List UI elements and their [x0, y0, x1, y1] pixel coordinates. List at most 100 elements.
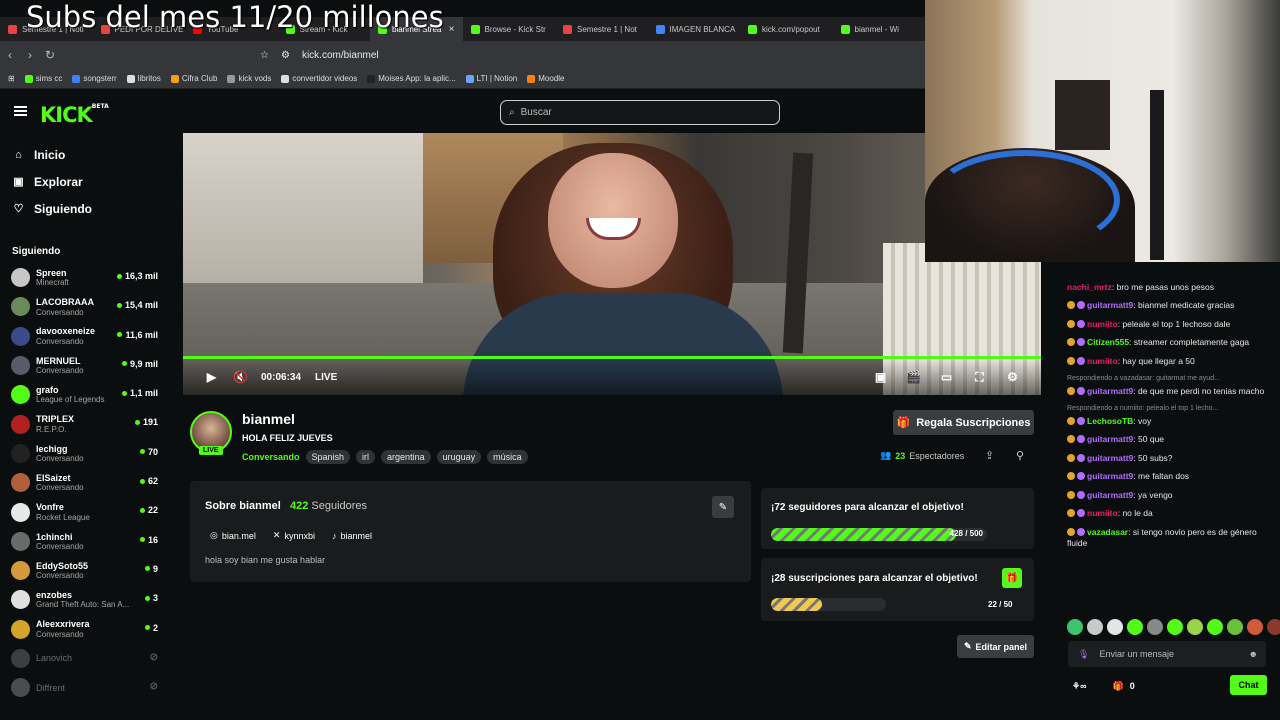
channel-name[interactable]: bianmel	[242, 411, 295, 427]
chat-username[interactable]: vazadasar	[1087, 527, 1128, 537]
followed-channel[interactable]: TRIPLEX R.E.P.O. 191	[0, 409, 170, 438]
browser-tab[interactable]: bianmel - Wi	[833, 17, 926, 41]
followed-channel[interactable]: enzobes Grand Theft Auto: San A... 3	[0, 585, 170, 614]
followed-channel[interactable]: MERNUEL Conversando 9,9 mil	[0, 351, 170, 380]
pip-icon[interactable]: ▣	[866, 359, 895, 395]
edit-panel-button[interactable]: ✎ Editar panel	[957, 635, 1034, 658]
chat-username[interactable]: nachi_mrtz	[1067, 282, 1112, 292]
close-icon[interactable]: ×	[449, 24, 455, 35]
followed-channel[interactable]: davooxeneize Conversando 11,6 mil	[0, 322, 170, 351]
stream-tag[interactable]: argentina	[381, 450, 431, 464]
followed-channel[interactable]: Vonfre Rocket League 22	[0, 497, 170, 526]
apps-icon[interactable]: ⊞	[8, 74, 15, 83]
followed-channel[interactable]: grafo League of Legends 1,1 mil	[0, 380, 170, 409]
chat-username[interactable]: guitarmatt9	[1087, 471, 1133, 481]
share-icon[interactable]: ⇪	[985, 449, 994, 462]
clip-icon[interactable]: 🎬	[899, 359, 928, 395]
bookmark-item[interactable]: Cifra Club	[170, 74, 217, 83]
followed-channel[interactable]: LACOBRAAA Conversando 15,4 mil	[0, 292, 170, 321]
followed-channel[interactable]: ElSaizet Conversando 62	[0, 468, 170, 497]
fullscreen-icon[interactable]: ⛶	[965, 359, 994, 395]
microphone-icon[interactable]: 🎙	[1078, 649, 1089, 660]
forward-icon[interactable]: ›	[20, 48, 40, 62]
stream-tag[interactable]: música	[487, 450, 528, 464]
bookmark-item[interactable]: Moodle	[527, 74, 565, 83]
followed-channel[interactable]: EddySoto55 Conversando 9	[0, 556, 170, 585]
sidebar-item-inicio[interactable]: ⌂ Inicio	[0, 141, 170, 168]
menu-icon[interactable]	[14, 106, 27, 116]
emote-icon[interactable]	[1167, 619, 1183, 635]
theater-icon[interactable]: ▭	[932, 359, 961, 395]
bookmark-item[interactable]: songsterr	[72, 74, 117, 83]
social-link[interactable]: ✕ kynnxbi	[273, 530, 315, 541]
followed-channel-offline[interactable]: Lanovich ⊘	[0, 644, 170, 673]
channel-points-icon[interactable]: ⚘∞	[1072, 681, 1086, 692]
emote-icon[interactable]	[1147, 619, 1163, 635]
chat-text: voy	[1138, 415, 1152, 426]
chat-username[interactable]: guitarmatt9	[1087, 386, 1133, 396]
followed-channel[interactable]: 1chinchi Conversando 16	[0, 527, 170, 556]
browser-tab[interactable]: IMAGEN BLANCA	[648, 17, 741, 41]
followed-channel[interactable]: lechigg Conversando 70	[0, 439, 170, 468]
play-icon[interactable]: ▶	[197, 359, 226, 395]
stream-tag[interactable]: uruguay	[436, 450, 482, 464]
stream-tag[interactable]: Spanish	[305, 450, 351, 464]
followed-channel[interactable]: Aleexxrivera Conversando 2	[0, 615, 170, 644]
chat-username[interactable]: guitarmatt9	[1087, 434, 1133, 444]
back-icon[interactable]: ‹	[0, 48, 20, 62]
chat-input[interactable]: 🎙 Enviar un mensaje ☻	[1068, 641, 1266, 667]
chat-username[interactable]: guitarmatt9	[1087, 453, 1133, 463]
kick-logo[interactable]: KICKBETA	[40, 103, 109, 127]
chat-username[interactable]: guitarmatt9	[1087, 490, 1133, 500]
chat-username[interactable]: numiito	[1087, 356, 1118, 366]
site-info-icon[interactable]: ⚙	[281, 50, 290, 61]
stream-tag[interactable]: irl	[356, 450, 376, 464]
chat-username[interactable]: Citizen555	[1087, 337, 1129, 347]
gift-sub-button[interactable]: 🎁	[1002, 568, 1022, 588]
stream-category[interactable]: Conversando	[242, 452, 300, 462]
emote-icon[interactable]	[1107, 619, 1123, 635]
emoji-icon[interactable]: ☻	[1249, 649, 1258, 659]
mute-icon[interactable]: 🔇	[226, 359, 255, 395]
emote-icon[interactable]	[1067, 619, 1083, 635]
sidebar-item-explorar[interactable]: ▣ Explorar	[0, 168, 170, 195]
chat-username[interactable]: LechosoTB	[1087, 416, 1133, 426]
followed-channel[interactable]: Spreen Minecraft 16,3 mil	[0, 263, 170, 292]
emote-icon[interactable]	[1247, 619, 1263, 635]
emote-icon[interactable]	[1127, 619, 1143, 635]
chat-username[interactable]: numiito	[1087, 508, 1118, 518]
followed-channel-offline[interactable]: Diffrent ⊘	[0, 673, 170, 702]
emote-icon[interactable]	[1267, 619, 1280, 635]
bookmark-item[interactable]: LTI | Notion	[465, 74, 517, 83]
gift-subscriptions-button[interactable]: 🎁 Regala Suscripciones	[893, 410, 1034, 435]
bookmark-item[interactable]: sims cc	[24, 74, 62, 83]
url-field[interactable]: kick.com/bianmel	[302, 50, 379, 61]
user-menu-icon[interactable]: ⚲	[1016, 449, 1024, 462]
browser-tab[interactable]: Semestre 1 | Not	[555, 17, 648, 41]
live-indicator[interactable]: LIVE	[315, 372, 337, 383]
settings-icon[interactable]: ⚙	[998, 359, 1027, 395]
emote-icon[interactable]	[1087, 619, 1103, 635]
bookmark-item[interactable]: convertidor videos	[281, 74, 357, 83]
social-link[interactable]: ♪ bianmel	[332, 530, 372, 541]
send-chat-button[interactable]: Chat	[1230, 675, 1267, 695]
social-link[interactable]: ◎ bian.mel	[210, 530, 256, 541]
video-player[interactable]: ▶ 🔇 00:06:34 LIVE ▣ 🎬 ▭ ⛶ ⚙	[183, 133, 1041, 395]
viewer-count: 70	[139, 447, 158, 457]
reload-icon[interactable]: ↻	[40, 48, 60, 62]
browser-tab[interactable]: Browse - Kick Str	[463, 17, 556, 41]
sidebar-item-siguiendo[interactable]: ♡ Siguiendo	[0, 195, 170, 222]
live-dot-icon	[116, 273, 122, 279]
bookmark-star-icon[interactable]: ☆	[260, 50, 269, 61]
edit-about-button[interactable]: ✎	[712, 496, 734, 518]
bookmark-item[interactable]: kick vods	[227, 74, 271, 83]
browser-tab[interactable]: kick.com/popout	[740, 17, 833, 41]
emote-icon[interactable]	[1207, 619, 1223, 635]
emote-icon[interactable]	[1187, 619, 1203, 635]
chat-username[interactable]: guitarmatt9	[1087, 300, 1133, 310]
emote-icon[interactable]	[1227, 619, 1243, 635]
bookmark-item[interactable]: Moises App: la aplic...	[367, 74, 456, 83]
chat-username[interactable]: numiito	[1087, 319, 1118, 329]
search-input[interactable]: ⌕ Buscar	[500, 100, 780, 125]
bookmark-item[interactable]: libritos	[126, 74, 161, 83]
